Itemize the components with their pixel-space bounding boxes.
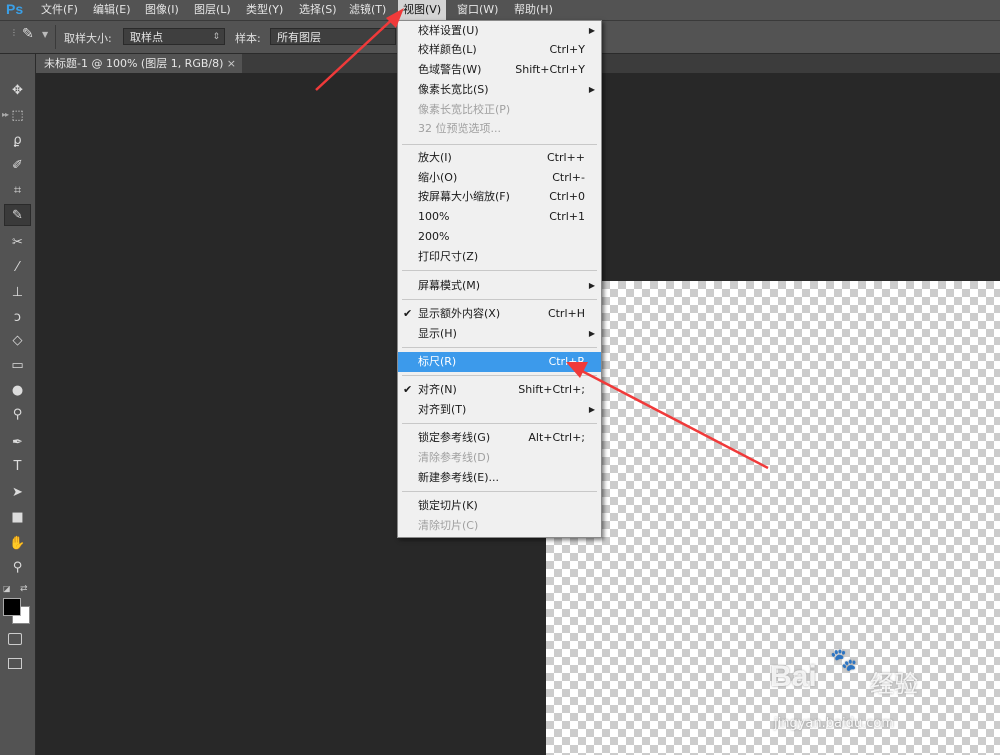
baidu-watermark: Bai 🐾 经验 jingyan.baidu.com bbox=[760, 640, 990, 750]
watermark-brand2: 经验 bbox=[870, 670, 918, 698]
watermark-brand: Bai bbox=[770, 660, 817, 693]
arrow-to-view-menu bbox=[315, 8, 404, 91]
watermark-url: jingyan.baidu.com bbox=[774, 716, 894, 731]
arrow-to-rulers bbox=[566, 362, 769, 470]
paw-icon: 🐾 bbox=[830, 648, 858, 673]
